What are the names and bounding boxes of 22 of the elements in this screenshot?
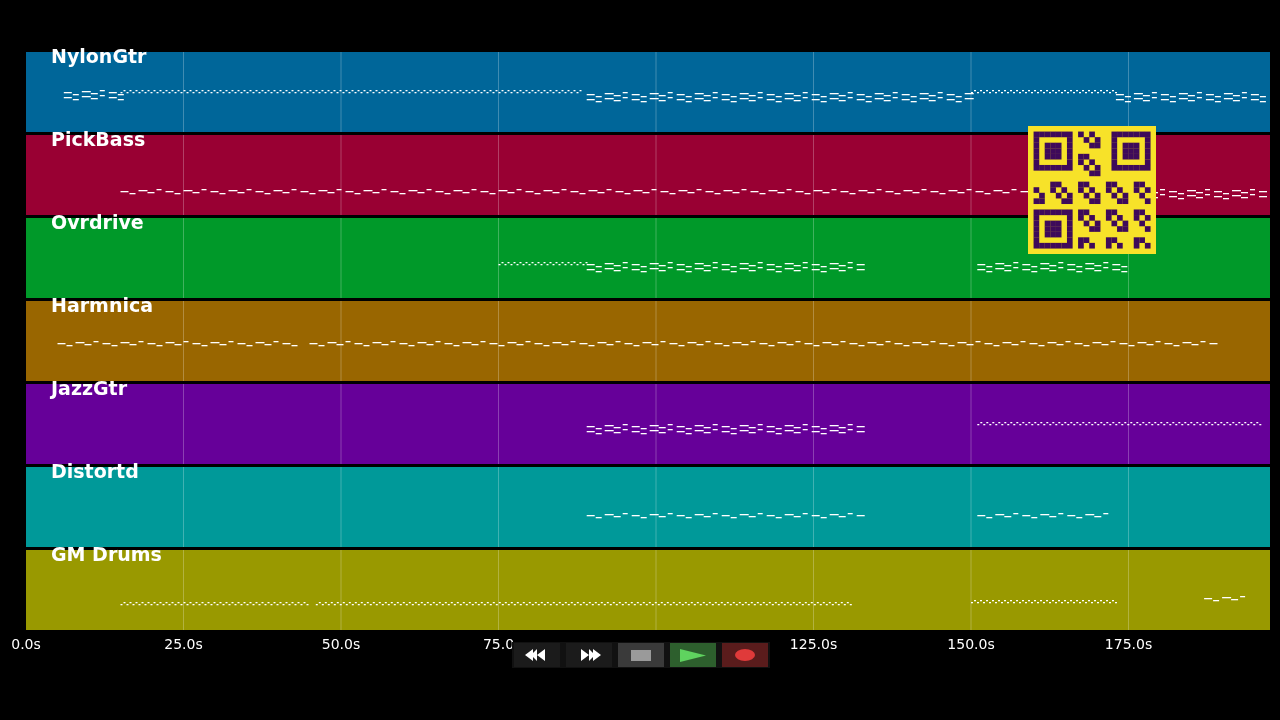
track-name: JazzGtr <box>51 377 128 399</box>
play-icon <box>680 648 706 662</box>
track-name: Ovrdrive <box>51 211 144 233</box>
time-tick-label: 150.0s <box>947 636 995 652</box>
track-name: GM Drums <box>51 543 162 565</box>
fast-forward-button[interactable] <box>566 643 612 667</box>
rewind-button[interactable] <box>514 643 560 667</box>
time-tick-label: 125.0s <box>789 636 838 652</box>
time-tick-label: 175.0s <box>1104 636 1153 652</box>
time-tick-label: 25.0s <box>164 636 203 652</box>
track-name: Distortd <box>51 460 139 482</box>
stop-icon <box>631 649 651 661</box>
track-name: PickBass <box>51 128 146 150</box>
stop-button[interactable] <box>618 643 664 667</box>
track-name: Harmnica <box>51 294 153 316</box>
time-tick-label: 0.0s <box>11 636 41 652</box>
track-name: NylonGtr <box>51 45 147 67</box>
play-button[interactable] <box>670 643 716 667</box>
time-tick-label: 50.0s <box>321 636 361 652</box>
record-icon <box>735 649 755 661</box>
qr-code-icon <box>1028 126 1156 254</box>
record-button[interactable] <box>722 643 768 667</box>
